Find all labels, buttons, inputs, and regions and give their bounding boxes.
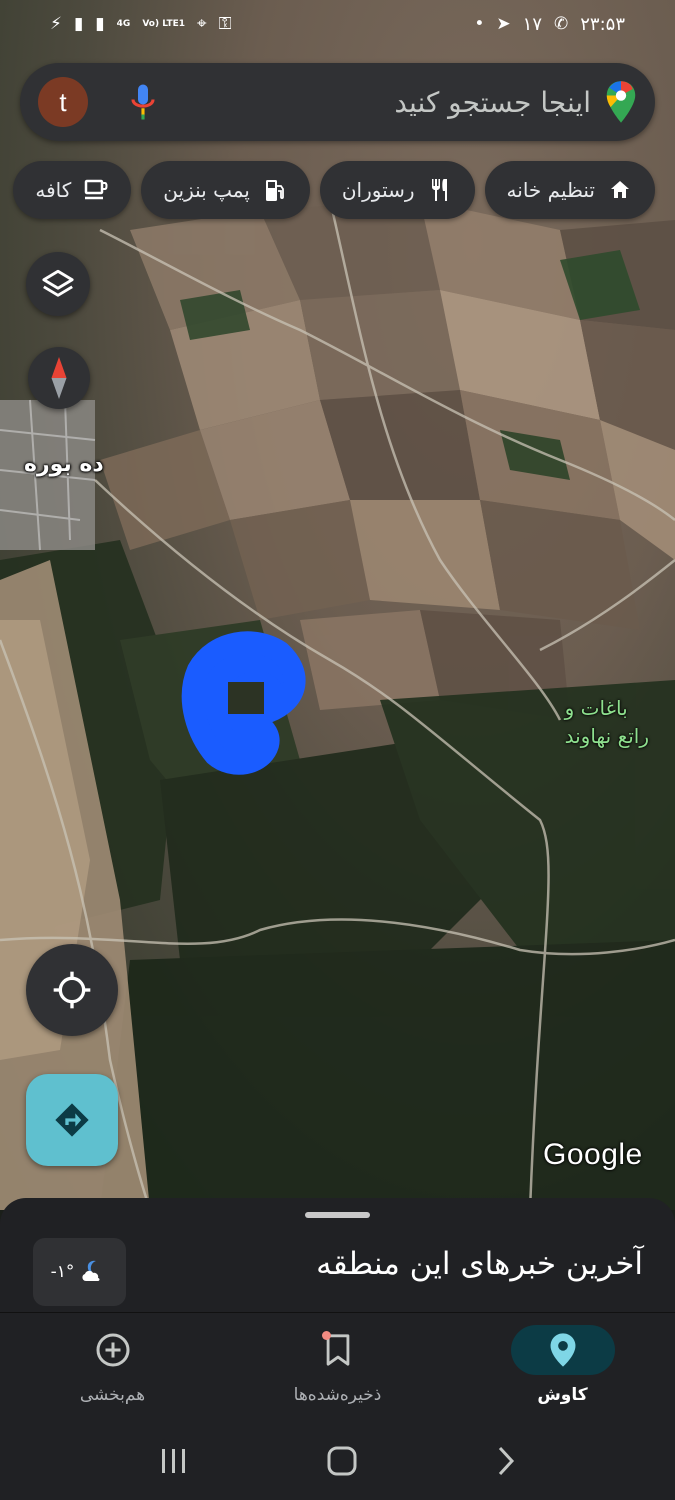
village-label[interactable]: ده بوره (24, 452, 104, 477)
chip-label: تنظیم خانه (506, 178, 595, 202)
back-chevron-icon[interactable] (495, 1445, 517, 1477)
google-attribution: Google (543, 1138, 643, 1171)
status-right-icons: • ➤ ۱۷ ✆ ۲۳:۵۳ (474, 14, 625, 35)
recent-apps-icon[interactable] (159, 1447, 189, 1475)
bottom-navigation: هم‌بخشی ذخیره‌شده‌ها کاوش (0, 1312, 675, 1422)
chip-cafe[interactable]: کافه (13, 161, 132, 219)
search-input[interactable]: اینجا جستجو کنید (158, 86, 591, 119)
location-icon: ⌖ (197, 14, 207, 34)
directions-icon (55, 1103, 89, 1137)
directions-button[interactable] (26, 1074, 118, 1166)
network-type: 4G (116, 18, 131, 29)
mic-icon[interactable] (128, 82, 158, 122)
nav-icon-container (510, 1325, 615, 1375)
chip-label: کافه (35, 178, 72, 202)
my-location-button[interactable] (26, 944, 118, 1036)
nav-contribute[interactable]: هم‌بخشی (0, 1313, 225, 1422)
add-circle-icon (96, 1333, 129, 1367)
category-chips: تنظیم خانه رستوران پمپ بنزین کافه (13, 161, 655, 219)
compass-icon (51, 357, 67, 399)
news-sheet[interactable]: آخرین خبرهای این منطقه -۱° (0, 1198, 675, 1318)
gas-station-icon (262, 177, 288, 203)
chip-gas-station[interactable]: پمپ بنزین (141, 161, 310, 219)
chip-set-home[interactable]: تنظیم خانه (484, 161, 655, 219)
news-title: آخرین خبرهای این منطقه (316, 1246, 643, 1282)
notification-count: ۱۷ (522, 13, 542, 35)
weather-temp: -۱° (50, 1262, 75, 1282)
location-pin-icon (550, 1333, 575, 1367)
status-left-icons: ⚡ ▮ ▮ 4G Vo) LTE1 ⌖ ⚿ (50, 14, 232, 34)
park-label-line2: راتع نهاوند (564, 724, 649, 748)
nfc-icon: ⚡ (50, 14, 62, 34)
nav-icon-container (61, 1325, 165, 1375)
system-navigation-bar (0, 1422, 675, 1500)
chip-label: پمپ بنزین (163, 178, 250, 202)
cafe-icon (83, 177, 109, 203)
signal-icon: ▮ (73, 14, 84, 34)
home-icon (607, 177, 633, 203)
nav-label: کاوش (537, 1385, 588, 1405)
whatsapp-icon: ✆ (554, 14, 569, 34)
weather-chip[interactable]: -۱° (33, 1238, 126, 1306)
park-label-line1: باغات و (564, 696, 628, 720)
park-label[interactable]: باغات و راتع نهاوند (565, 694, 649, 750)
telegram-icon: ➤ (496, 14, 511, 34)
chip-restaurant[interactable]: رستوران (319, 161, 475, 219)
avatar[interactable]: t (38, 77, 88, 127)
home-button-icon[interactable] (326, 1445, 358, 1477)
status-bar: ⚡ ▮ ▮ 4G Vo) LTE1 ⌖ ⚿ • ➤ ۱۷ ✆ ۲۳:۵۳ (0, 0, 675, 48)
compass-button[interactable] (28, 347, 90, 409)
nav-label: هم‌بخشی (79, 1385, 146, 1405)
key-icon: ⚿ (218, 14, 232, 34)
notification-dot (321, 1331, 331, 1340)
layers-button[interactable] (26, 252, 90, 316)
layers-icon (42, 269, 74, 297)
google-maps-logo-icon (606, 81, 636, 123)
nav-label: ذخیره‌شده‌ها (293, 1385, 382, 1405)
nav-explore[interactable]: کاوش (450, 1313, 675, 1422)
volte-indicator: Vo) LTE1 (142, 18, 186, 29)
nav-saved[interactable]: ذخیره‌شده‌ها (225, 1313, 450, 1422)
sheet-drag-handle[interactable] (305, 1212, 370, 1218)
crosshair-icon (53, 971, 91, 1009)
dot-icon: • (474, 14, 485, 34)
search-bar[interactable]: t اینجا جستجو کنید (20, 63, 655, 141)
signal2-icon: ▮ (95, 14, 105, 34)
night-cloud-icon (82, 1260, 100, 1281)
restaurant-icon (427, 177, 453, 203)
chip-label: رستوران (341, 178, 415, 202)
nav-icon-container (286, 1325, 390, 1375)
clock: ۲۳:۵۳ (580, 13, 625, 35)
